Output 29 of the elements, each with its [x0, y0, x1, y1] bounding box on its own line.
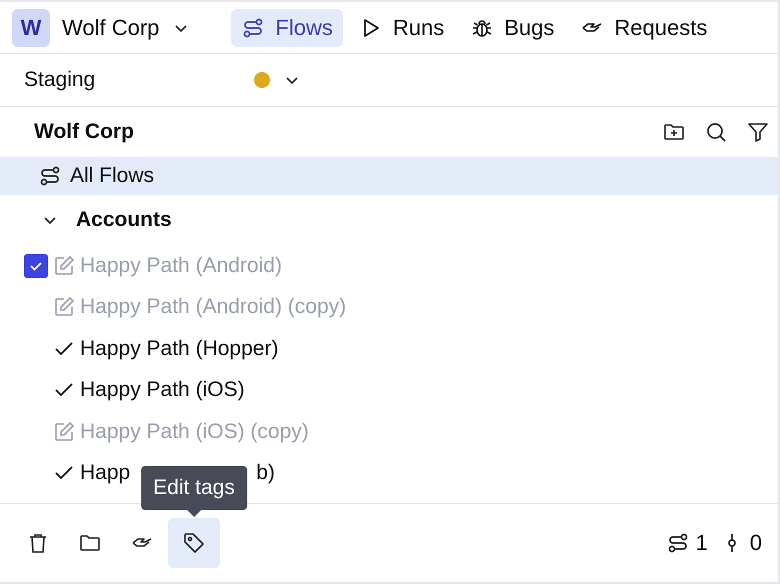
nav-tab[interactable]: Requests [570, 8, 718, 46]
tooltip-pointer [187, 510, 201, 517]
all-flows-item[interactable]: All Flows [0, 157, 778, 195]
folder-name[interactable]: Accounts [76, 208, 172, 232]
flow-name[interactable]: b) [256, 461, 275, 486]
flow-icon [38, 164, 62, 188]
nav-tab[interactable]: Bugs [460, 8, 564, 46]
nav-tab[interactable]: Runs [348, 8, 454, 46]
tag-icon [182, 531, 206, 555]
nav-tab[interactable]: Flows [231, 8, 343, 46]
pencil-icon [52, 254, 76, 278]
flow-count: 1 [696, 530, 708, 556]
flow-icon [241, 16, 266, 40]
flow-name[interactable]: Happy Path (iOS) [80, 378, 245, 402]
commit-icon [726, 531, 738, 555]
filter-icon[interactable] [746, 120, 770, 144]
commit-count: 0 [750, 530, 762, 556]
checkbox[interactable] [24, 254, 48, 278]
environment-name: Staging [24, 68, 96, 92]
tree-title: Wolf Corp [34, 120, 134, 144]
tags-button[interactable] [168, 518, 220, 568]
search-icon[interactable] [704, 120, 728, 144]
workspace-avatar[interactable]: W [12, 8, 50, 46]
flow-name[interactable]: Happ [80, 461, 130, 486]
flow-name[interactable]: Happy Path (Hopper) [80, 336, 278, 361]
flow-icon [666, 531, 690, 555]
pencil-icon [52, 420, 76, 444]
workspace-switcher[interactable]: Wolf Corp [50, 14, 200, 40]
tooltip: Edit tags [141, 466, 247, 510]
